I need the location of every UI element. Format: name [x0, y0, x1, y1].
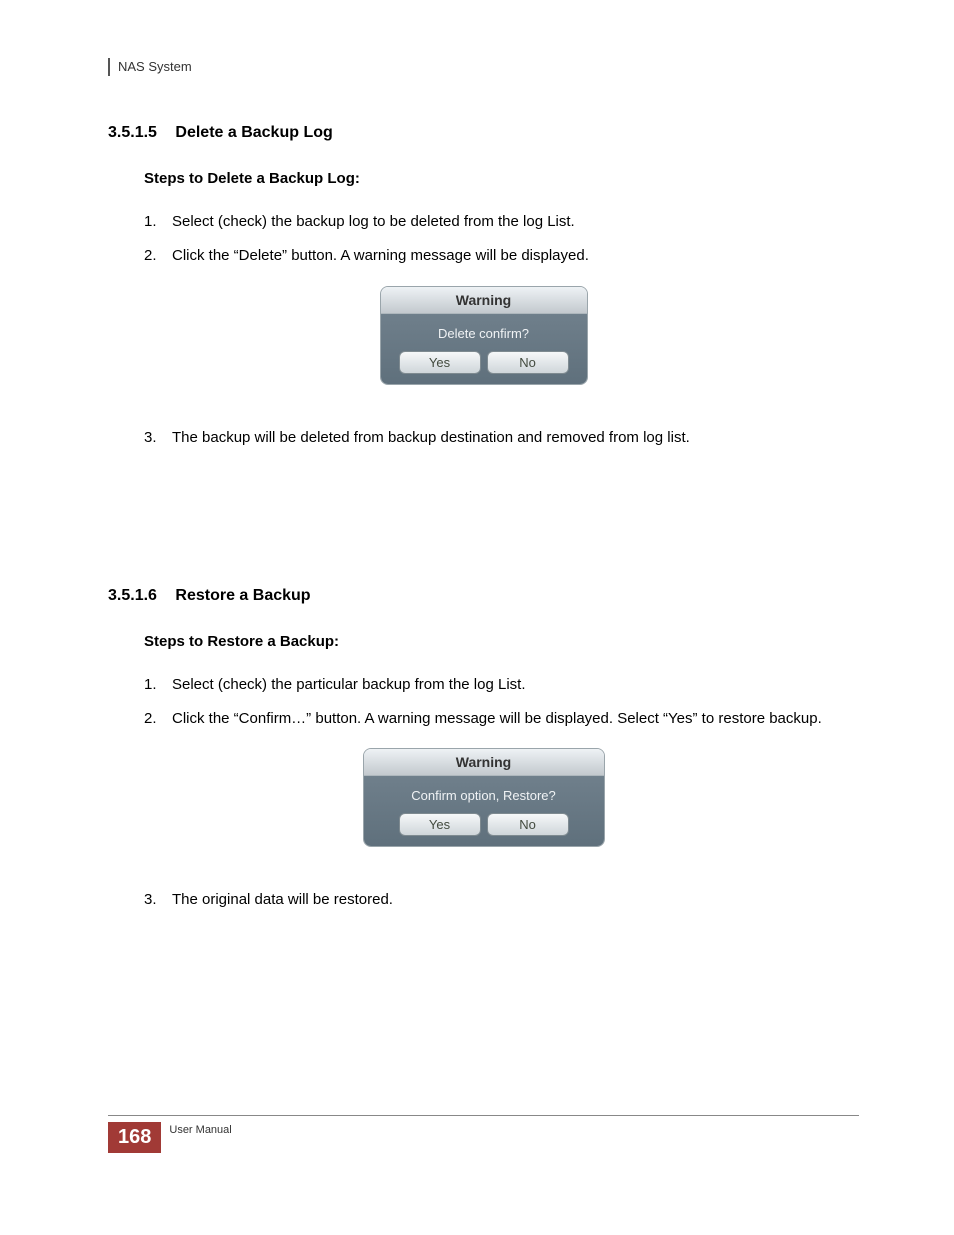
yes-button[interactable]: Yes — [399, 351, 481, 374]
step-marker: 2. — [144, 706, 172, 732]
warning-dialog-delete: Warning Delete confirm? Yes No — [380, 286, 588, 385]
dialog-title: Warning — [381, 287, 587, 314]
section-heading-delete: 3.5.1.5 Delete a Backup Log — [108, 124, 859, 142]
step-item: 1. Select (check) the particular backup … — [144, 672, 859, 698]
page-header: NAS System — [108, 58, 859, 76]
step-item: 3. The backup will be deleted from backu… — [144, 425, 859, 451]
dialog-button-row: Yes No — [389, 351, 579, 374]
dialog-message: Confirm option, Restore? — [372, 788, 596, 803]
step-marker: 3. — [144, 425, 172, 451]
dialog-message: Delete confirm? — [389, 326, 579, 341]
dialog-button-row: Yes No — [372, 813, 596, 836]
section-number: 3.5.1.6 — [108, 587, 157, 604]
step-text: Select (check) the particular backup fro… — [172, 672, 526, 698]
step-item: 2. Click the “Delete” button. A warning … — [144, 243, 859, 269]
step-marker: 1. — [144, 672, 172, 698]
step-item: 2. Click the “Confirm…” button. A warnin… — [144, 706, 859, 732]
step-marker: 3. — [144, 887, 172, 913]
step-text: The original data will be restored. — [172, 887, 393, 913]
subheading-restore-steps: Steps to Restore a Backup: — [144, 633, 859, 650]
steps-list-delete: 1. Select (check) the backup log to be d… — [144, 209, 859, 270]
section-number: 3.5.1.5 — [108, 124, 157, 141]
steps-list-delete-cont: 3. The backup will be deleted from backu… — [144, 425, 859, 451]
step-marker: 2. — [144, 243, 172, 269]
page-footer: 168 User Manual — [108, 1115, 859, 1153]
document-page: NAS System 3.5.1.5 Delete a Backup Log S… — [0, 0, 954, 1235]
section-title: Delete a Backup Log — [175, 124, 332, 141]
section-spacer — [108, 467, 859, 587]
step-text: The backup will be deleted from backup d… — [172, 425, 690, 451]
steps-list-restore-cont: 3. The original data will be restored. — [144, 887, 859, 913]
footer-inner: 168 User Manual — [108, 1122, 859, 1153]
section-heading-restore: 3.5.1.6 Restore a Backup — [108, 587, 859, 605]
step-text: Click the “Delete” button. A warning mes… — [172, 243, 589, 269]
section-title: Restore a Backup — [175, 587, 310, 604]
no-button[interactable]: No — [487, 813, 569, 836]
dialog-container-delete: Warning Delete confirm? Yes No — [108, 286, 859, 385]
header-title: NAS System — [118, 59, 192, 74]
subheading-delete-steps: Steps to Delete a Backup Log: — [144, 170, 859, 187]
dialog-title: Warning — [364, 749, 604, 776]
steps-list-restore: 1. Select (check) the particular backup … — [144, 672, 859, 733]
step-item: 3. The original data will be restored. — [144, 887, 859, 913]
page-number: 168 — [108, 1122, 161, 1153]
yes-button[interactable]: Yes — [399, 813, 481, 836]
step-item: 1. Select (check) the backup log to be d… — [144, 209, 859, 235]
dialog-body: Delete confirm? Yes No — [381, 314, 587, 384]
dialog-container-restore: Warning Confirm option, Restore? Yes No — [108, 748, 859, 847]
no-button[interactable]: No — [487, 351, 569, 374]
step-text: Select (check) the backup log to be dele… — [172, 209, 575, 235]
footer-label: User Manual — [169, 1122, 231, 1153]
dialog-body: Confirm option, Restore? Yes No — [364, 776, 604, 846]
step-marker: 1. — [144, 209, 172, 235]
warning-dialog-restore: Warning Confirm option, Restore? Yes No — [363, 748, 605, 847]
step-text: Click the “Confirm…” button. A warning m… — [172, 706, 822, 732]
